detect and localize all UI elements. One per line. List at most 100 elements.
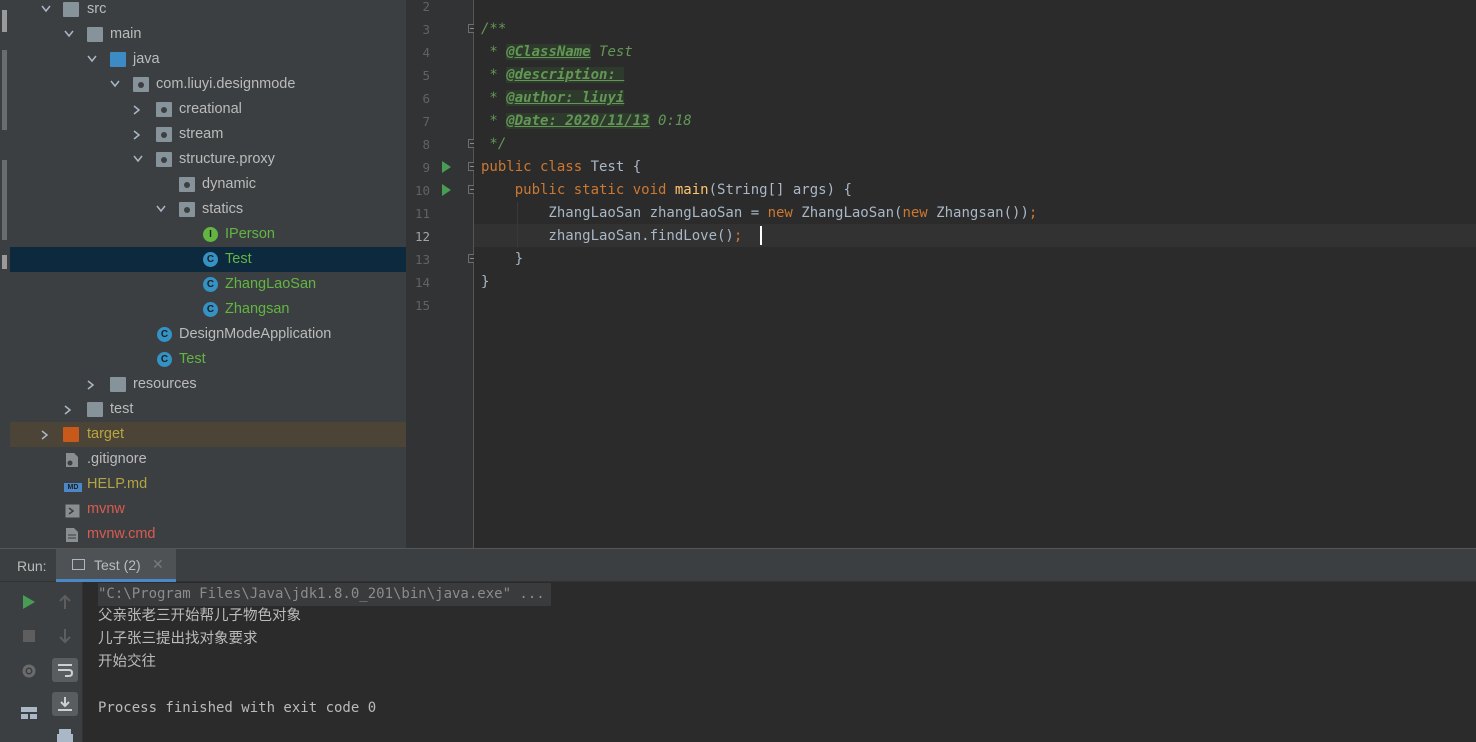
code-token: main (674, 182, 709, 198)
code-token: } (481, 274, 490, 290)
code-token: (String[] args) { (708, 182, 852, 198)
chevron-right-icon[interactable] (38, 422, 54, 447)
line-number: 10 (414, 183, 430, 198)
chevron-down-icon[interactable] (38, 0, 54, 22)
run-panel-title: Run: (17, 558, 47, 574)
markdown-badge: MD (64, 483, 82, 492)
rerun-icon[interactable] (22, 594, 36, 610)
tree-item-test-folder[interactable]: test (10, 397, 406, 422)
tree-item-dynamic[interactable]: dynamic (10, 172, 406, 197)
tree-item-label: test (110, 401, 134, 417)
layout-icon[interactable] (20, 706, 38, 720)
chevron-down-icon[interactable] (84, 47, 100, 72)
tree-item-main[interactable]: main (10, 22, 406, 47)
tree-item-label: java (133, 51, 160, 67)
tree-item-src[interactable]: src (10, 0, 406, 22)
tree-item-label: mvnw (87, 501, 125, 517)
code-line: ZhangLaoSan zhangLaoSan = new ZhangLaoSa… (481, 202, 1037, 225)
soft-wrap-icon (58, 664, 73, 677)
chevron-right-icon[interactable] (130, 97, 146, 122)
line-number: 2 (422, 0, 430, 14)
arrow-up-icon[interactable] (58, 594, 72, 610)
code-token: new (767, 205, 802, 221)
code-line: public class Test { (481, 156, 641, 179)
console-output[interactable]: "C:\Program Files\Java\jdk1.8.0_201\bin\… (83, 582, 1476, 742)
package-icon (156, 127, 172, 142)
debug-gear-icon[interactable] (20, 662, 38, 680)
tree-item-iperson[interactable]: I IPerson (10, 222, 406, 247)
run-class-icon[interactable] (442, 161, 451, 173)
code-token: * (481, 67, 507, 83)
console-exit-line: Process finished with exit code 0 (98, 700, 377, 716)
package-icon (179, 177, 195, 192)
code-editor[interactable]: /** * @ClassName Test * @description: * … (474, 0, 1476, 548)
package-icon (156, 152, 172, 167)
line-number: 4 (422, 45, 430, 60)
tree-item-label: creational (179, 101, 242, 117)
class-icon: C (203, 302, 218, 317)
run-main-icon[interactable] (442, 184, 451, 196)
line-number: 13 (414, 252, 430, 267)
chevron-down-icon[interactable] (107, 72, 123, 97)
tree-item-help-md[interactable]: MD HELP.md (10, 472, 406, 497)
tree-item-label: Zhangsan (225, 301, 290, 317)
tree-item-mvnw-cmd[interactable]: mvnw.cmd (10, 522, 406, 547)
tree-item-com-liuyi-designmode[interactable]: com.liuyi.designmode (10, 72, 406, 97)
code-token: } (481, 251, 524, 267)
code-token: /** (481, 21, 507, 37)
tree-item-java[interactable]: java (10, 47, 406, 72)
run-toolbar-secondary (48, 582, 83, 742)
code-token: public class (481, 159, 591, 175)
tree-item-label: statics (202, 201, 244, 217)
line-number-current: 12 (414, 229, 430, 244)
code-line: * @Date: 2020/11/13 0:18 (481, 110, 692, 133)
tree-item-statics[interactable]: statics (10, 197, 406, 222)
stop-icon[interactable] (22, 629, 36, 643)
code-token: * (481, 90, 507, 106)
arrow-down-icon[interactable] (58, 628, 72, 644)
console-output-line: 父亲张老三开始帮儿子物色对象 (98, 608, 301, 624)
tree-item-zhangsan[interactable]: C Zhangsan (10, 297, 406, 322)
code-token: new (902, 205, 937, 221)
tree-item-label: Test (225, 251, 252, 267)
chevron-right-icon[interactable] (84, 372, 100, 397)
close-icon[interactable]: ✕ (152, 556, 164, 573)
project-tool-tab[interactable] (2, 10, 7, 32)
code-token: * (481, 44, 507, 60)
tree-item-structure-proxy[interactable]: structure.proxy (10, 147, 406, 172)
tree-item-target[interactable]: target (10, 422, 406, 447)
tree-item-creational[interactable]: creational (10, 97, 406, 122)
line-number: 5 (422, 68, 430, 83)
resources-folder-icon (110, 377, 126, 392)
code-token: public static void (481, 182, 675, 198)
soft-wrap-toggle[interactable] (52, 658, 78, 682)
code-line: */ (481, 133, 506, 156)
console-output-line: 开始交往 (98, 654, 156, 670)
chevron-right-icon[interactable] (130, 122, 146, 147)
project-tree[interactable]: src main java com.liuyi.designmode creat… (10, 0, 406, 548)
tree-item-stream[interactable]: stream (10, 122, 406, 147)
tree-item-mvnw[interactable]: mvnw (10, 497, 406, 522)
line-number: 7 (422, 114, 430, 129)
code-line: * @ClassName Test (481, 41, 633, 64)
chevron-down-icon[interactable] (61, 22, 77, 47)
print-icon[interactable] (56, 728, 74, 742)
code-token: @Date: 2020/11/13 (506, 113, 650, 129)
structure-tool-tab[interactable] (2, 50, 7, 130)
chevron-right-icon[interactable] (61, 397, 77, 422)
favorites-tool-tab[interactable] (2, 160, 7, 240)
tree-item-test-selected[interactable]: C Test (10, 247, 406, 272)
run-tab-test[interactable]: Test (2) ✕ (56, 549, 176, 582)
tree-item-resources[interactable]: resources (10, 372, 406, 397)
chevron-down-icon[interactable] (153, 197, 169, 222)
tree-item-label: main (110, 26, 142, 42)
tree-item-designmodeapplication[interactable]: C DesignModeApplication (10, 322, 406, 347)
chevron-down-icon[interactable] (130, 147, 146, 172)
tree-item-zhanglaosan[interactable]: C ZhangLaoSan (10, 272, 406, 297)
folder-icon (87, 27, 103, 42)
tree-item-test-root[interactable]: C Test (10, 347, 406, 372)
tree-item-gitignore[interactable]: .gitignore (10, 447, 406, 472)
code-line: } (481, 248, 523, 271)
scroll-to-end-toggle[interactable] (52, 692, 78, 716)
code-line: /** (481, 18, 506, 41)
